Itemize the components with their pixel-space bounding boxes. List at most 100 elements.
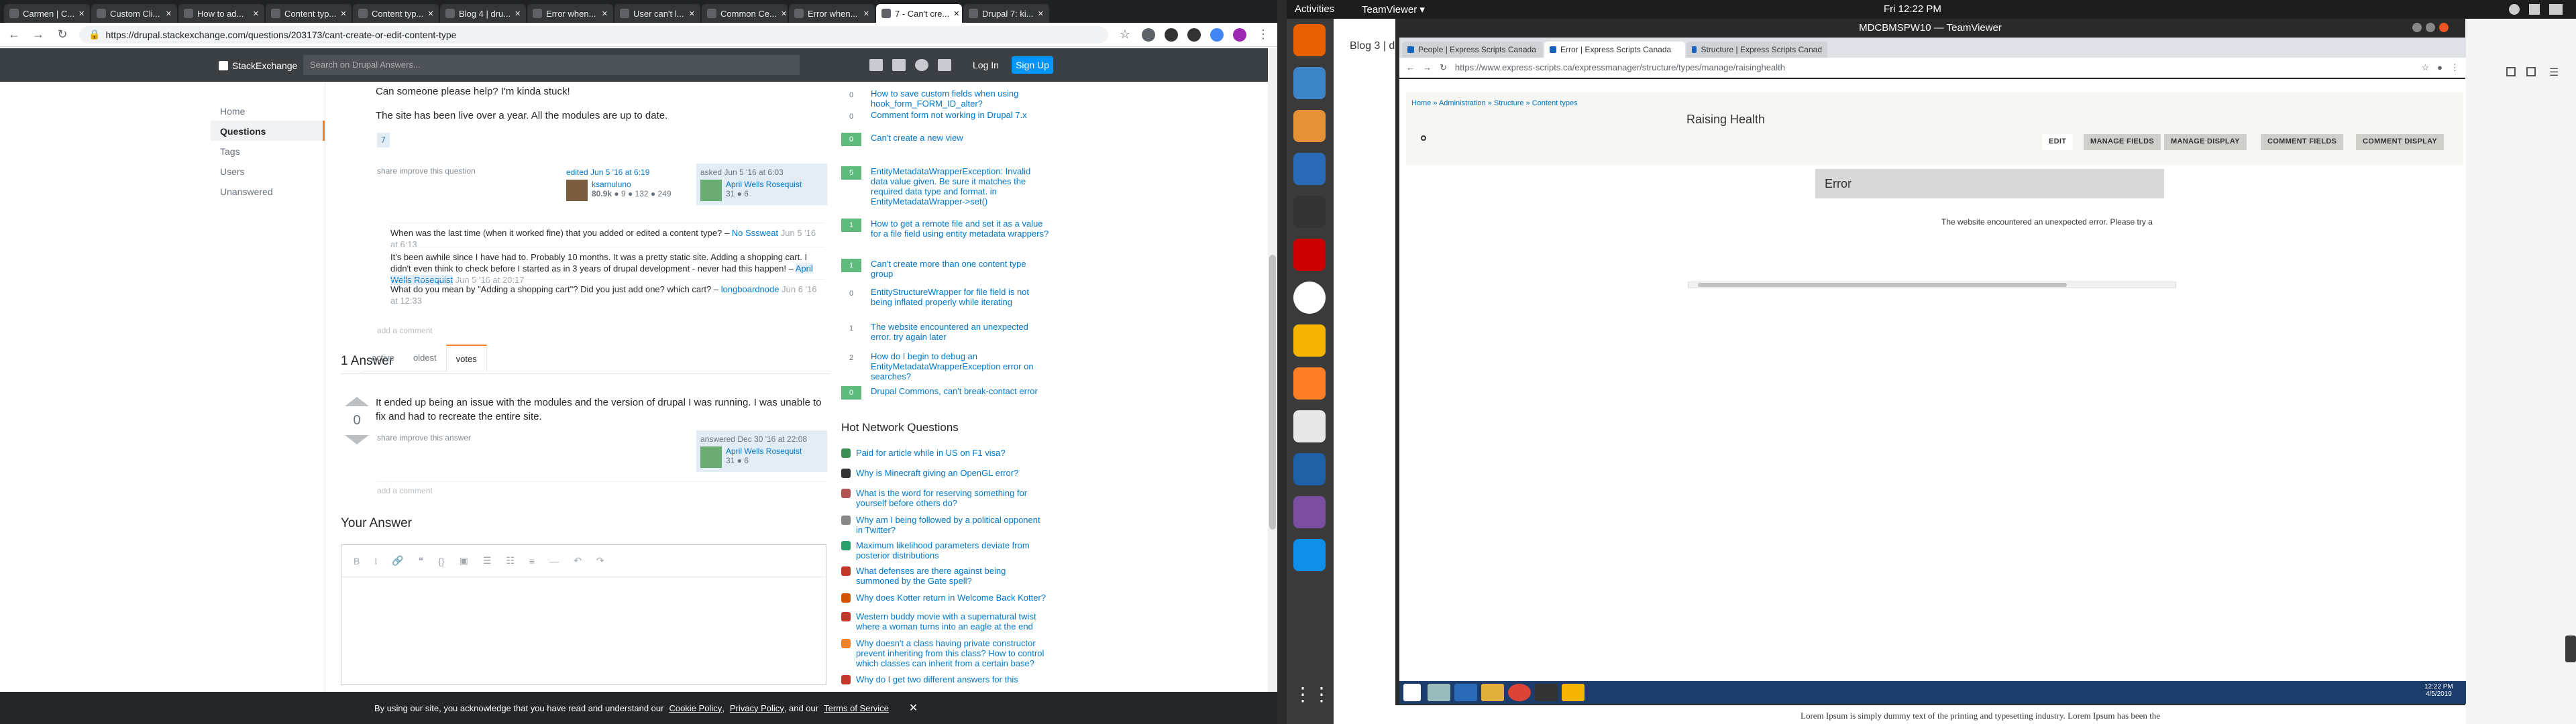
terms-of-service-link[interactable]: Terms of Service <box>824 703 889 713</box>
filezilla-icon[interactable] <box>1293 239 1326 271</box>
related-question-link[interactable]: Drupal Commons, can't break-contact erro… <box>871 386 1038 400</box>
login-link[interactable]: Log In <box>973 60 999 70</box>
add-comment-link[interactable]: add a comment <box>377 326 433 335</box>
related-question-link[interactable]: Comment form not working in Drupal 7.x <box>871 110 1027 123</box>
tab-close-icon[interactable]: ✕ <box>863 9 869 18</box>
chrome-icon[interactable] <box>1293 282 1326 314</box>
hot-network-link[interactable]: What defenses are there against being su… <box>856 566 1049 586</box>
browser-tab[interactable]: How to ad... ✕ <box>178 4 264 23</box>
tab-oldest[interactable]: oldest <box>403 345 446 371</box>
hot-network-question[interactable]: Why is Minecraft giving an OpenGL error? <box>841 468 1049 478</box>
browser-tab[interactable]: Carmen | C... ✕ <box>4 4 90 23</box>
admin-tab-manage-fields[interactable]: MANAGE FIELDS <box>2084 134 2161 150</box>
privacy-policy-link[interactable]: Privacy Policy <box>730 703 784 713</box>
profile-avatar-icon[interactable] <box>1233 27 1246 42</box>
related-question[interactable]: 2 How do I begin to debug an EntityMetada… <box>841 351 1049 381</box>
related-question[interactable]: 0 How to save custom fields when using ho… <box>841 88 1049 109</box>
hot-network-link[interactable]: Why am I being followed by a political o… <box>856 515 1049 535</box>
tab-close-icon[interactable]: ✕ <box>953 9 959 18</box>
hot-network-question[interactable]: Why does Kotter return in Welcome Back K… <box>841 593 1049 603</box>
editor-toolbar-button[interactable]: ↶ <box>574 555 582 566</box>
address-bar[interactable]: 🔒 https://drupal.stackexchange.com/quest… <box>79 25 1108 44</box>
sidebar-item-questions[interactable]: Questions <box>211 121 325 141</box>
site-switcher-icon[interactable] <box>938 59 951 71</box>
answerer-name-link[interactable]: April Wells Rosequist <box>726 446 802 456</box>
bookmark-star-icon[interactable]: ☆ <box>2421 62 2429 73</box>
hot-network-link[interactable]: Why is Minecraft giving an OpenGL error? <box>856 468 1018 478</box>
hot-network-link[interactable]: Why does Kotter return in Welcome Back K… <box>856 593 1046 603</box>
browser-tab[interactable]: Error when... ✕ <box>527 4 613 23</box>
related-question[interactable]: 5 EntityMetadataWrapperException: Invalid… <box>841 166 1049 206</box>
sidebar-item-home[interactable]: Home <box>211 101 325 121</box>
answer-share-links[interactable]: share improve this answer <box>377 433 471 442</box>
upvote-icon[interactable] <box>345 397 369 406</box>
downvote-icon[interactable] <box>345 435 369 444</box>
editor-toolbar-button[interactable]: ☰ <box>483 555 492 566</box>
writer-icon[interactable] <box>1293 153 1326 185</box>
related-question-link[interactable]: Can't create a new view <box>871 133 963 146</box>
related-question-link[interactable]: How to save custom fields when using hoo… <box>871 88 1049 109</box>
signup-button[interactable]: Sign Up <box>1012 56 1053 74</box>
editor-toolbar-button[interactable]: — <box>549 556 559 566</box>
site-search-input[interactable]: Search on Drupal Answers... <box>303 55 800 75</box>
hot-network-question[interactable]: Paid for article while in US on F1 visa? <box>841 448 1049 458</box>
sidebar-item-tags[interactable]: Tags <box>211 141 325 161</box>
comment-user-link[interactable]: No Sssweat <box>732 228 778 238</box>
remote-browser-tab[interactable]: People | Express Scripts Canada <box>1402 42 1543 58</box>
editor-toolbar-button[interactable]: {} <box>438 556 444 566</box>
app-menu[interactable]: TeamViewer ▾ <box>1362 3 1425 15</box>
bookmark-star-icon[interactable]: ☆ <box>1118 27 1132 42</box>
sidebar-item-users[interactable]: Users <box>211 161 325 181</box>
browser-tab[interactable]: Common Ce... ✕ <box>702 4 788 23</box>
sidebar-icon[interactable] <box>2526 67 2536 76</box>
browser-tab[interactable]: 7 - Can't cre... ✕ <box>876 4 962 23</box>
tab-close-icon[interactable]: ✕ <box>166 9 172 18</box>
inbox-icon[interactable] <box>869 59 883 71</box>
files-icon[interactable] <box>1293 110 1326 142</box>
related-question[interactable]: 1 How to get a remote file and set it as … <box>841 219 1049 239</box>
editor-toolbar-button[interactable]: ≡ <box>529 556 535 566</box>
admin-tab-edit[interactable]: EDIT <box>2042 134 2074 150</box>
admin-tab-comment-display[interactable]: COMMENT DISPLAY <box>2356 134 2445 150</box>
cookie-close-icon[interactable]: ✕ <box>909 701 918 715</box>
browser-tab[interactable]: Custom Cli... ✕ <box>91 4 177 23</box>
asker-name-link[interactable]: April Wells Rosequist <box>726 180 802 189</box>
postman-icon[interactable] <box>1293 367 1326 400</box>
avatar[interactable] <box>566 180 588 201</box>
firefox-icon[interactable] <box>1293 24 1326 56</box>
hot-network-question[interactable]: What is the word for reserving something… <box>841 488 1049 508</box>
tab-close-icon[interactable]: ✕ <box>340 9 346 18</box>
menu-icon[interactable]: ☰ <box>2549 66 2559 79</box>
hot-network-question[interactable]: Why am I being followed by a political o… <box>841 515 1049 535</box>
related-question[interactable]: 0 Drupal Commons, can't break-contact err… <box>841 386 1049 400</box>
browser-tab[interactable]: Content typ... ✕ <box>266 4 352 23</box>
admin-tab-manage-display[interactable]: MANAGE DISPLAY <box>2164 134 2247 150</box>
related-question-link[interactable]: Can't create more than one content type … <box>871 259 1049 279</box>
side-handle[interactable] <box>2565 636 2576 662</box>
browser-tab[interactable]: User can't l... ✕ <box>614 4 700 23</box>
related-question-link[interactable]: How to get a remote file and set it as a… <box>871 219 1049 239</box>
sidebar-item-unanswered[interactable]: Unanswered <box>211 181 325 201</box>
window-maximize-icon[interactable] <box>2426 23 2435 32</box>
help-icon[interactable] <box>915 59 928 71</box>
hot-network-question[interactable]: Why doesn't a class having private const… <box>841 638 1049 668</box>
windows-clock[interactable]: 12:22 PM 4/5/2019 <box>2424 683 2453 698</box>
tab-close-icon[interactable]: ✕ <box>602 9 608 18</box>
taskbar-app-icon[interactable] <box>1535 684 1558 701</box>
related-question[interactable]: 1 Can't create more than one content type… <box>841 259 1049 279</box>
tab-active[interactable]: active <box>362 345 404 371</box>
hot-network-link[interactable]: Maximum likelihood parameters deviate fr… <box>856 540 1049 560</box>
extension-icon[interactable] <box>1187 27 1201 42</box>
extension-icon[interactable] <box>1142 27 1155 42</box>
related-question-link[interactable]: The website encountered an unexpected er… <box>871 322 1049 342</box>
remote-browser-tab[interactable]: Structure | Express Scripts Canad <box>1686 42 1827 58</box>
hot-network-link[interactable]: Western buddy movie with a supernatural … <box>856 611 1049 631</box>
show-apps-icon[interactable]: ⋮⋮ <box>1293 678 1331 711</box>
windows-start-icon[interactable] <box>1403 684 1421 701</box>
terminal-icon[interactable] <box>1293 196 1326 228</box>
avatar[interactable] <box>700 446 722 468</box>
related-question[interactable]: 0 Comment form not working in Drupal 7.x <box>841 110 1049 123</box>
teamviewer-icon[interactable] <box>1293 539 1326 571</box>
comment-user-link[interactable]: longboardnode <box>721 284 780 294</box>
hot-network-question[interactable]: Why do I get two different answers for t… <box>841 674 1049 684</box>
